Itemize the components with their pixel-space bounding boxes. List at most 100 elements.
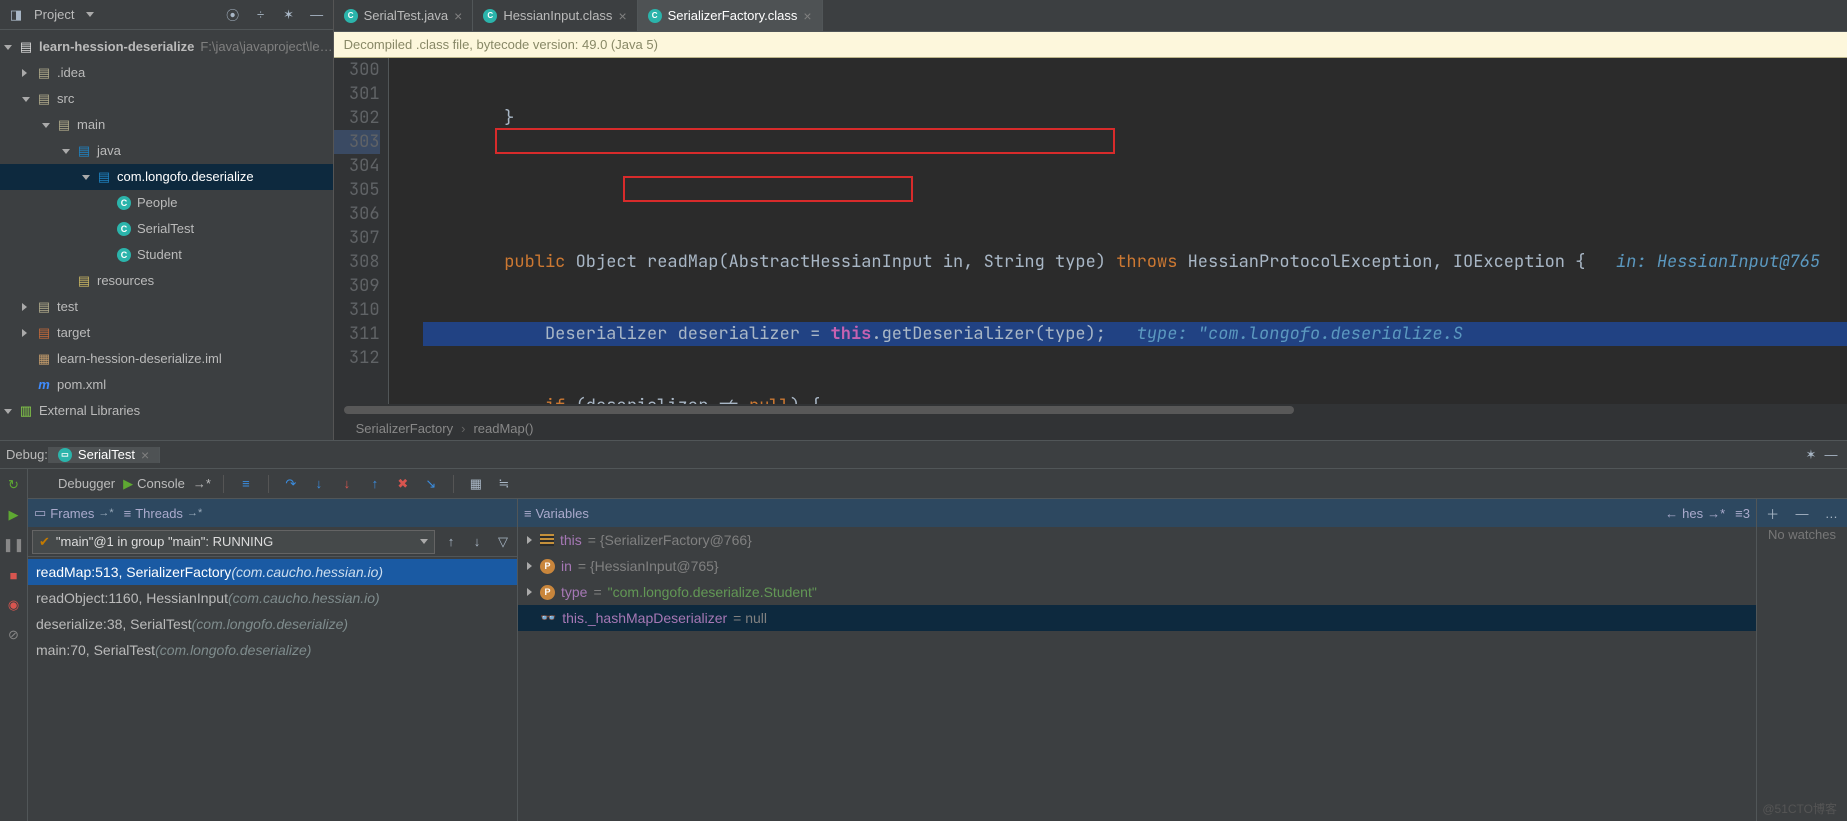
evaluate-expression-icon[interactable]: ▦ [466,474,486,494]
step-into-icon[interactable]: ↓ [309,474,329,494]
trace-icon[interactable]: ≒ [494,474,514,494]
chevron-down-icon[interactable] [4,45,12,50]
variables-list[interactable]: this = {SerializerFactory@766}Pin = {Hes… [518,527,1756,821]
line-number[interactable]: 304 [334,154,380,178]
tree-node[interactable]: ▤.idea [0,60,333,86]
frames-tab[interactable]: ▭ Frames →* [34,505,114,521]
chevron-down-icon[interactable] [42,123,50,128]
chevron-down-icon[interactable] [82,175,90,180]
tree-node[interactable]: CSerialTest [0,216,333,242]
drop-frame-icon[interactable]: ✖ [393,474,413,494]
step-over-icon[interactable]: ↷ [281,474,301,494]
breadcrumb-method[interactable]: readMap() [473,421,533,436]
remove-watch-icon[interactable]: — [1792,503,1811,523]
line-number[interactable]: 303 [334,130,380,154]
line-number[interactable]: 305 [334,178,380,202]
project-toolbar: ◨ Project ⦿ ÷ ✶ — [0,0,333,30]
line-number[interactable]: 311 [334,322,380,346]
filter-icon[interactable]: ▽ [493,532,513,552]
rerun-icon[interactable]: ↻ [4,475,24,495]
tree-node[interactable]: ▤target [0,320,333,346]
close-icon[interactable]: × [803,8,811,24]
line-number[interactable]: 302 [334,106,380,130]
editor-tab[interactable]: CSerializerFactory.class× [638,0,823,31]
stack-frame[interactable]: main:70, SerialTest (com.longofo.deseria… [28,637,517,663]
chevron-right-icon[interactable] [527,562,532,570]
tree-node[interactable]: ▤java [0,138,333,164]
next-frame-icon[interactable]: ↓ [467,532,487,552]
collapse-icon[interactable]: ÷ [251,5,271,25]
close-icon[interactable]: × [618,8,626,24]
hes-label[interactable]: ← hes →* [1665,506,1725,521]
minimize-icon[interactable]: — [307,5,327,25]
editor-tab[interactable]: CHessianInput.class× [473,0,637,31]
variable-row[interactable]: this = {SerializerFactory@766} [518,527,1756,553]
line-number[interactable]: 309 [334,274,380,298]
chevron-down-icon[interactable] [420,539,428,544]
locate-icon[interactable]: ⦿ [223,5,243,25]
line-number[interactable]: 310 [334,298,380,322]
tree-node[interactable]: mpom.xml [0,372,333,398]
tree-node[interactable]: CStudent [0,242,333,268]
step-out-icon[interactable]: ↑ [365,474,385,494]
variable-row[interactable]: 👓this._hashMapDeserializer = null [518,605,1756,631]
stack-frame[interactable]: readObject:1160, HessianInput (com.cauch… [28,585,517,611]
stop-icon[interactable]: ■ [4,565,24,585]
stack-frame[interactable]: deserialize:38, SerialTest (com.longofo.… [28,611,517,637]
debug-gear-icon[interactable]: ✶ [1801,445,1821,465]
debugger-tab[interactable]: Debugger [58,476,115,491]
more-arrow[interactable]: →* [193,476,211,491]
chevron-right-icon[interactable] [527,588,532,596]
breadcrumb-class[interactable]: SerializerFactory [356,421,454,436]
tree-node[interactable]: ▤com.longofo.deserialize [0,164,333,190]
tree-node[interactable]: ▤src [0,86,333,112]
console-tab[interactable]: ▶ Console [123,476,185,492]
line-number[interactable]: 301 [334,82,380,106]
tree-node[interactable]: ▤test [0,294,333,320]
line-number[interactable]: 312 [334,346,380,370]
stack-frames[interactable]: readMap:513, SerializerFactory (com.cauc… [28,557,517,821]
run-to-cursor-icon[interactable]: ↘ [421,474,441,494]
debug-minimize-icon[interactable]: — [1821,445,1841,465]
pause-icon[interactable]: ❚❚ [4,535,24,555]
tree-node[interactable]: CPeople [0,190,333,216]
line-number[interactable]: 307 [334,226,380,250]
add-watch-icon[interactable]: ＋ [1763,503,1782,523]
chevron-down-icon[interactable] [62,149,70,154]
line-number[interactable]: 306 [334,202,380,226]
prev-frame-icon[interactable]: ↑ [441,532,461,552]
chevron-right-icon[interactable] [22,69,27,77]
tree-node[interactable]: ▤resources [0,268,333,294]
project-tree[interactable]: ▤ learn-hession-deserialize F:\java\java… [0,30,333,428]
project-dropdown-caret[interactable] [86,12,94,17]
chevron-right-icon[interactable] [22,329,27,337]
code-editor[interactable]: 300301302303304305306307308309310311312 … [334,58,1847,404]
variable-row[interactable]: Pin = {HessianInput@765} [518,553,1756,579]
line-number[interactable]: 308 [334,250,380,274]
chevron-right-icon[interactable] [527,536,532,544]
force-step-into-icon[interactable]: ↓ [337,474,357,494]
editor-horizontal-scrollbar[interactable] [334,404,1847,416]
threads-tab[interactable]: ≡ Threads →* [124,506,203,521]
tree-node[interactable]: ▦learn-hession-deserialize.iml [0,346,333,372]
debug-run-tab[interactable]: ▭ SerialTest × [48,447,160,463]
breakpoints-icon[interactable]: ◉ [4,595,24,615]
mute-icon[interactable]: ⊘ [4,625,24,645]
close-icon[interactable]: × [141,447,149,463]
chevron-right-icon[interactable] [22,303,27,311]
tree-external-libs[interactable]: ▥ External Libraries [0,398,333,424]
line-number[interactable]: 300 [334,58,380,82]
gear-icon[interactable]: ✶ [279,5,299,25]
close-icon[interactable]: × [454,8,462,24]
more-watch-icon[interactable]: … [1822,503,1841,523]
chevron-down-icon[interactable] [22,97,30,102]
tree-root[interactable]: ▤ learn-hession-deserialize F:\java\java… [0,34,333,60]
chevron-down-icon[interactable] [4,409,12,414]
variable-row[interactable]: Ptype = "com.longofo.deserialize.Student… [518,579,1756,605]
tree-node[interactable]: ▤main [0,112,333,138]
show-executionpoint-icon[interactable]: ≡ [236,474,256,494]
editor-tab[interactable]: CSerialTest.java× [334,0,474,31]
resume-icon[interactable]: ▶ [4,505,24,525]
thread-selector[interactable]: ✔ "main"@1 in group "main": RUNNING [32,530,435,554]
stack-frame[interactable]: readMap:513, SerializerFactory (com.cauc… [28,559,517,585]
